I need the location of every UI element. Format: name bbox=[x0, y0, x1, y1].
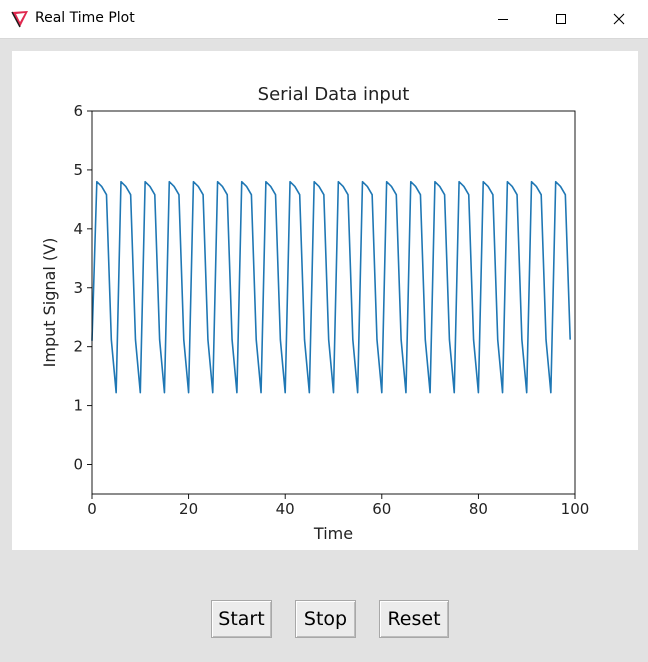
axes-frame bbox=[91, 110, 576, 495]
x-axis-label: Time bbox=[313, 524, 353, 543]
plot-canvas: 0 20 40 60 80 100 0 1 2 3 4 5 6 Serial Data input Time… bbox=[12, 51, 638, 550]
data-series-line bbox=[91, 180, 571, 394]
title-bar[interactable]: Real Time Plot bbox=[0, 0, 648, 39]
x-tick-label: 0 bbox=[87, 500, 97, 518]
y-tick-label: 4 bbox=[73, 220, 83, 238]
minimize-icon bbox=[498, 19, 508, 20]
x-tick-label: 40 bbox=[276, 500, 295, 518]
window-client-area: 0 20 40 60 80 100 0 1 2 3 4 5 6 Serial Data input Time… bbox=[0, 39, 648, 662]
maximize-button[interactable] bbox=[532, 0, 590, 38]
x-tick-label: 100 bbox=[561, 500, 590, 518]
app-feather-icon bbox=[11, 11, 28, 28]
y-tick-label: 3 bbox=[73, 279, 83, 297]
window-title: Real Time Plot bbox=[35, 10, 135, 26]
x-tick-label: 20 bbox=[179, 500, 198, 518]
line-chart: 0 20 40 60 80 100 0 1 2 3 4 5 6 Serial Data input Time… bbox=[40, 84, 590, 543]
start-button[interactable]: Start bbox=[211, 600, 272, 638]
reset-button[interactable]: Reset bbox=[379, 600, 449, 638]
y-axis-label: Imput Signal (V) bbox=[40, 238, 59, 368]
stop-button[interactable]: Stop bbox=[295, 600, 356, 638]
y-tick-label: 6 bbox=[73, 102, 83, 120]
y-tick-label: 5 bbox=[73, 161, 83, 179]
close-icon bbox=[613, 13, 625, 25]
close-button[interactable] bbox=[590, 0, 648, 38]
maximize-icon bbox=[556, 14, 566, 24]
minimize-button[interactable] bbox=[474, 0, 532, 38]
y-tick-label: 0 bbox=[73, 456, 83, 474]
x-tick-label: 60 bbox=[372, 500, 391, 518]
y-tick-label: 1 bbox=[73, 397, 83, 415]
y-tick-label: 2 bbox=[73, 338, 83, 356]
chart-title: Serial Data input bbox=[258, 84, 410, 105]
x-tick-label: 80 bbox=[469, 500, 488, 518]
